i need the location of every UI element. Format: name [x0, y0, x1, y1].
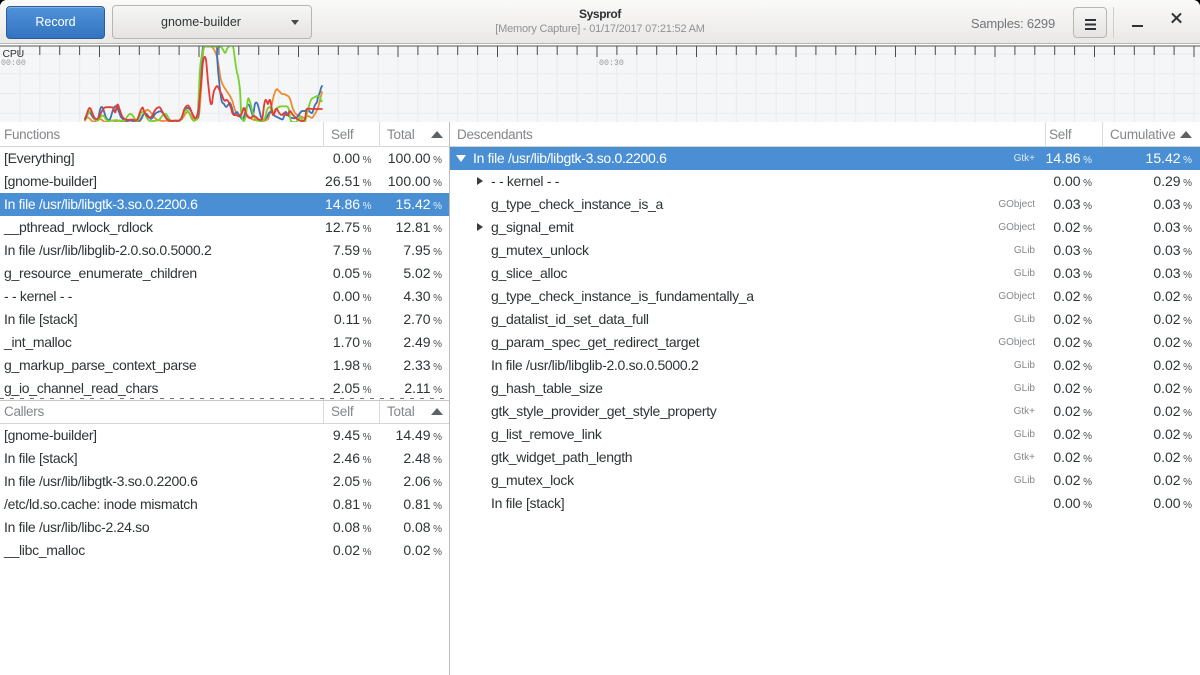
svg-text:00:30: 00:30	[599, 59, 624, 68]
svg-text:00:00: 00:00	[1, 59, 26, 68]
